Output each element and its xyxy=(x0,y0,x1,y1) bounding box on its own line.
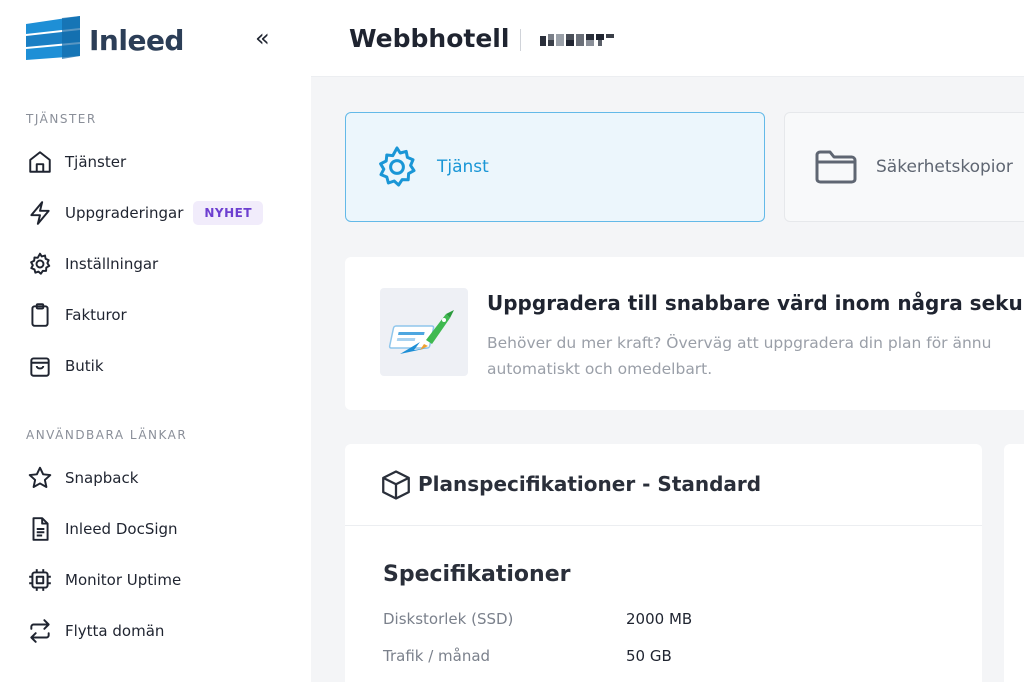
spec-key: Diskstorlek (SSD) xyxy=(383,610,514,628)
chip-icon xyxy=(26,566,54,594)
brand-name: Inleed xyxy=(89,23,184,57)
sidebar-link-docsign[interactable]: Inleed DocSign xyxy=(26,514,178,544)
rocket-icon xyxy=(388,310,454,354)
sidebar-item-label: Monitor Uptime xyxy=(65,571,182,589)
sidebar-link-transfer-domain[interactable]: Flytta domän xyxy=(26,616,164,646)
sidebar: Inleed « TJÄNSTER Tjänster Uppgraderinga… xyxy=(0,0,311,682)
sidebar-item-services[interactable]: Tjänster xyxy=(26,147,126,177)
sidebar-link-snapback[interactable]: Snapback xyxy=(26,463,138,493)
sidebar-item-label: Inleed DocSign xyxy=(65,520,178,538)
sidebar-item-label: Flytta domän xyxy=(65,622,165,640)
promo-description: Behöver du mer kraft? Överväg att uppgra… xyxy=(487,330,1024,382)
lightning-icon xyxy=(26,199,54,227)
clipboard-icon xyxy=(26,301,54,329)
sidebar-item-label: Fakturor xyxy=(65,306,127,324)
sidebar-item-label: Snapback xyxy=(65,469,139,487)
new-badge: NYHET xyxy=(193,201,264,225)
upgrade-promo-card[interactable]: Uppgradera till snabbare värd inom några… xyxy=(345,257,1024,410)
sidebar-link-monitor-uptime[interactable]: Monitor Uptime xyxy=(26,565,181,595)
specifications-heading: Specifikationer xyxy=(383,562,571,587)
spec-value: 2000 MB xyxy=(626,610,693,628)
section-label-services: TJÄNSTER xyxy=(26,112,97,126)
plan-specifications-card: Planspecifikationer - Standard Specifika… xyxy=(345,444,982,682)
sidebar-item-label: Uppgraderingar xyxy=(65,204,184,222)
top-header: Webbhotell xyxy=(311,0,1024,77)
document-icon xyxy=(26,515,54,543)
section-label-useful-links: ANVÄNDBARA LÄNKAR xyxy=(26,428,188,442)
gear-icon xyxy=(26,250,54,278)
promo-description-line: Behöver du mer kraft? Överväg att uppgra… xyxy=(487,334,992,352)
plan-title: Planspecifikationer - Standard xyxy=(418,472,762,496)
secondary-card-edge xyxy=(1004,444,1024,682)
folder-icon xyxy=(815,150,857,184)
title-divider xyxy=(520,29,521,51)
rocket-illustration xyxy=(380,288,468,376)
sidebar-item-invoices[interactable]: Fakturor xyxy=(26,300,127,330)
sidebar-item-label: Inställningar xyxy=(65,255,159,273)
tab-label: Säkerhetskopior xyxy=(876,157,1013,177)
arrows-swap-icon xyxy=(26,617,54,645)
logo[interactable]: Inleed xyxy=(26,16,184,64)
pixelated-domain-name xyxy=(540,34,614,46)
spec-value: 50 GB xyxy=(626,647,672,665)
collapse-sidebar-button[interactable]: « xyxy=(255,24,270,52)
spec-key: Trafik / månad xyxy=(383,647,491,665)
tab-backups[interactable]: Säkerhetskopior xyxy=(784,112,1024,222)
sidebar-item-settings[interactable]: Inställningar xyxy=(26,249,158,279)
star-icon xyxy=(26,464,54,492)
sidebar-item-label: Tjänster xyxy=(65,153,127,171)
home-icon xyxy=(26,148,54,176)
page-title: Webbhotell xyxy=(349,24,510,53)
promo-description-line: automatiskt och omedelbart. xyxy=(487,360,713,378)
box-icon xyxy=(382,470,410,500)
shopping-bag-icon xyxy=(26,352,54,380)
sidebar-item-shop[interactable]: Butik xyxy=(26,351,104,381)
tab-label: Tjänst xyxy=(437,157,489,177)
promo-title: Uppgradera till snabbare värd inom några… xyxy=(487,291,1024,315)
sidebar-item-upgrades[interactable]: Uppgraderingar NYHET xyxy=(26,198,264,228)
tab-service[interactable]: Tjänst xyxy=(345,112,765,222)
plan-card-header: Planspecifikationer - Standard xyxy=(345,444,982,526)
inleed-logo-icon xyxy=(26,16,80,60)
sidebar-item-label: Butik xyxy=(65,357,104,375)
gear-icon xyxy=(379,146,416,187)
